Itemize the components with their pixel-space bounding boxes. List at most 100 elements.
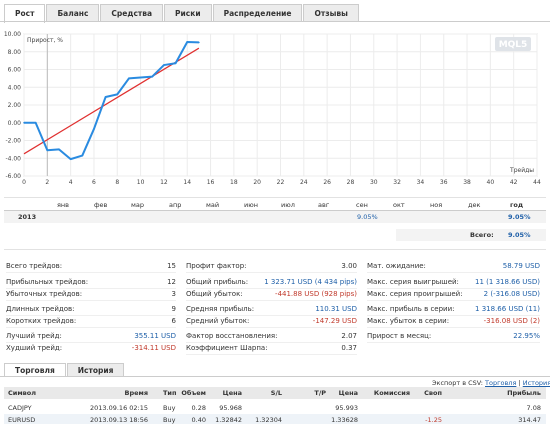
table-header-cell: Цена — [338, 389, 358, 397]
stat-value: -314.11 USD — [131, 344, 176, 352]
stat-divider — [186, 354, 357, 355]
x-tick-label: 16 — [207, 179, 215, 186]
stat-divider — [6, 272, 176, 273]
x-tick-label: 2 — [45, 179, 49, 186]
stat-divider — [6, 342, 176, 343]
month-header: июн — [244, 201, 258, 209]
bottom-tab-divider — [0, 376, 550, 377]
table-cell: 1.32304 — [255, 416, 282, 424]
stat-divider — [6, 300, 176, 301]
month-table-top-line — [4, 197, 546, 198]
table-cell: 0.40 — [191, 416, 206, 424]
stat-divider — [367, 315, 540, 316]
export-history-link[interactable]: История — [523, 379, 550, 387]
table-cell: 314.47 — [518, 416, 541, 424]
year-label: 2013 — [18, 213, 37, 221]
x-tick-label: 44 — [533, 179, 541, 186]
growth-point — [93, 128, 95, 130]
stat-label: Коэффициент Шарпа: — [186, 344, 268, 352]
x-tick-label: 4 — [69, 179, 73, 186]
stat-value: 58.79 USD — [502, 262, 540, 270]
x-tick-label: 28 — [347, 179, 355, 186]
stat-label: Средний убыток: — [186, 317, 250, 325]
sep-value: 9.05% — [357, 213, 378, 221]
x-tick-label: 40 — [487, 179, 495, 186]
table-header-cell: Символ — [8, 389, 36, 397]
x-tick-label: 22 — [277, 179, 285, 186]
month-header: дек — [468, 201, 481, 209]
stat-value: 22.95% — [513, 332, 540, 340]
x-tick-label: 30 — [370, 179, 378, 186]
stat-value: -316.08 USD (2) — [483, 317, 540, 325]
table-header-cell: Время — [124, 389, 148, 397]
table-header-cell: T/P — [314, 389, 326, 397]
stat-label: Общий прибыль: — [186, 278, 249, 286]
growth-chart: 0 2 4 6 8 10 12 14 16 18 20 22 24 26 28 30 32 34 36 38 40 42 4… — [4, 31, 541, 186]
x-tick-label: 14 — [183, 179, 191, 186]
stat-value: 110.31 USD — [315, 305, 357, 313]
table-cell: EURUSD — [8, 416, 36, 424]
month-header: мар — [131, 201, 145, 209]
table-cell: 2013.09.13 18:56 — [89, 416, 148, 424]
table-cell: 95.993 — [335, 404, 358, 412]
stat-divider — [186, 272, 357, 273]
growth-point — [104, 96, 107, 98]
month-header: июл — [281, 201, 295, 209]
x-tick-label: 38 — [463, 179, 471, 186]
x-axis-label: Трейды — [509, 167, 534, 174]
month-header: янв — [57, 201, 69, 209]
export-separator: | — [518, 379, 521, 387]
month-header: авг — [318, 201, 330, 209]
x-tick-label: 10 — [137, 179, 145, 186]
total-value: 9.05% — [508, 231, 531, 239]
stat-value: 3.00 — [341, 262, 357, 270]
month-header: окт — [393, 201, 405, 209]
tab-risks[interactable]: Риски — [164, 4, 212, 22]
x-tick-label: 18 — [230, 179, 238, 186]
growth-point — [116, 93, 119, 96]
table-header-cell: Своп — [424, 389, 442, 397]
growth-point — [163, 64, 165, 66]
stat-divider — [6, 288, 176, 289]
y-tick-label: -2.00 — [5, 138, 21, 145]
stat-label: Профит фактор: — [186, 262, 247, 270]
y-tick-label: 6.00 — [8, 67, 22, 74]
stat-label: Худший трейд: — [6, 344, 63, 352]
stats-top-line — [4, 249, 546, 250]
stat-label: Макс. убыток в серии: — [367, 317, 450, 325]
stat-divider — [6, 315, 176, 316]
tab-distribution[interactable]: Распределение — [212, 4, 303, 22]
stat-label: Убыточных трейдов: — [6, 290, 83, 298]
top-tabs: Рост Баланс Средства Риски Распределение… — [4, 4, 360, 23]
table-header-cell: Комиссия — [373, 389, 410, 397]
table-cell: -1.25 — [425, 416, 442, 424]
stat-value: 1 323.71 USD (4 434 pips) — [264, 278, 357, 286]
stat-divider — [186, 288, 357, 289]
stat-value: 3 — [171, 290, 176, 298]
tab-equity[interactable]: Средства — [100, 4, 164, 22]
stat-label: Прибыльных трейдов: — [6, 278, 89, 286]
stat-value: 9 — [171, 305, 176, 313]
year-row-bg — [4, 211, 546, 223]
table-header-cell: Цена — [222, 389, 242, 397]
stat-value: -441.88 USD (928 pips) — [275, 290, 357, 298]
tab-trading[interactable]: Торговля — [4, 363, 66, 377]
table-header-cell: S/L — [270, 389, 282, 397]
growth-point — [128, 77, 130, 80]
growth-point — [186, 41, 189, 43]
y-tick-label: -6.00 — [5, 173, 21, 180]
year-total: 9.05% — [508, 213, 531, 221]
export-trading-link[interactable]: Торговля — [485, 379, 516, 387]
tab-balance[interactable]: Баланс — [46, 4, 100, 22]
bottom-tabs: Торговля История — [4, 363, 125, 377]
tab-reviews[interactable]: Отзывы — [303, 4, 359, 22]
table-header-cell: Объем — [181, 389, 206, 397]
stat-divider — [186, 342, 357, 343]
tab-history[interactable]: История — [66, 363, 125, 377]
x-tick-label: 24 — [300, 179, 308, 186]
y-tick-label: 4.00 — [8, 84, 22, 91]
growth-point — [58, 148, 60, 151]
table-cell: 1.32842 — [215, 416, 242, 424]
table-cell: CADJPY — [8, 404, 32, 412]
stat-label: Макс. серия проигрышей: — [367, 290, 463, 298]
